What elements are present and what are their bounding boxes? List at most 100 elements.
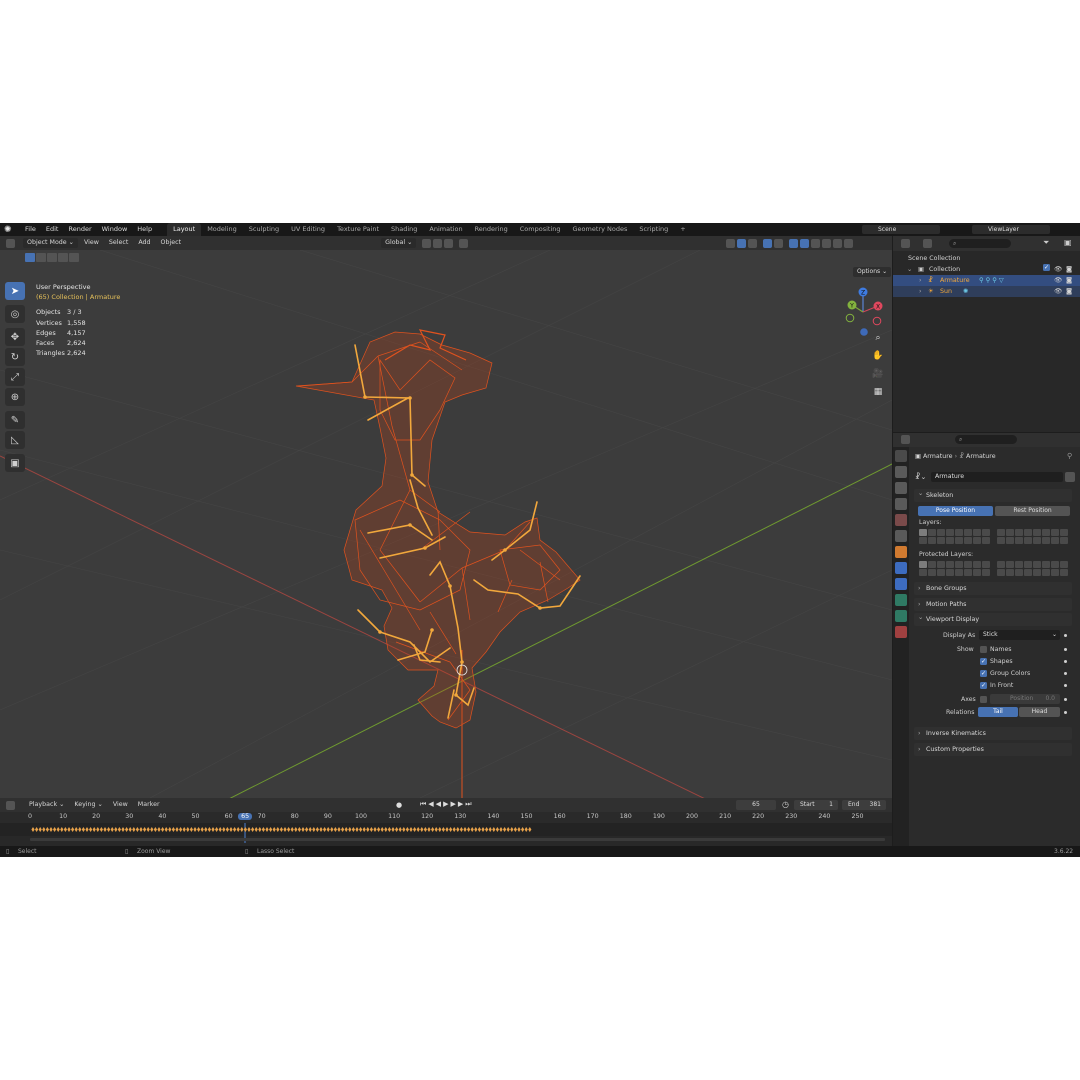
- protected-layers-grid-a[interactable]: [919, 561, 990, 576]
- cursor-tool-icon[interactable]: ◎: [5, 305, 25, 323]
- gizmo-dropdown-icon[interactable]: [748, 238, 758, 248]
- add-workspace-button[interactable]: +: [674, 223, 691, 236]
- menu-add[interactable]: Add: [134, 238, 154, 248]
- scale-tool-icon[interactable]: ⤢: [5, 368, 25, 386]
- axes-checkbox[interactable]: [980, 696, 987, 703]
- object-tab-icon[interactable]: [895, 546, 907, 558]
- tab-layout[interactable]: Layout: [167, 223, 202, 236]
- transform-tool-icon[interactable]: ⊕: [5, 388, 25, 406]
- rest-position-button[interactable]: Rest Position: [995, 506, 1070, 516]
- tab-compositing[interactable]: Compositing: [514, 223, 567, 236]
- render-camera-icon[interactable]: ◙: [1066, 275, 1072, 286]
- measure-tool-icon[interactable]: ◺: [5, 431, 25, 449]
- camera-view-icon[interactable]: 🎥: [870, 366, 886, 382]
- playback-controls-icon[interactable]: ⏮◀◀▶▶▶⏭: [420, 800, 474, 809]
- menu-view[interactable]: View: [80, 238, 103, 248]
- expand-arrow-icon[interactable]: ›: [919, 275, 922, 286]
- render-tab-icon[interactable]: [895, 466, 907, 478]
- relations-head-button[interactable]: Head: [1019, 707, 1060, 717]
- output-tab-icon[interactable]: [895, 482, 907, 494]
- properties-editor-icon[interactable]: [901, 435, 910, 444]
- gizmo-toggle-icon[interactable]: [737, 238, 747, 248]
- move-tool-icon[interactable]: ✥: [5, 328, 25, 346]
- tab-rendering[interactable]: Rendering: [469, 223, 514, 236]
- tab-scripting[interactable]: Scripting: [633, 223, 674, 236]
- keyframe-dot-icon[interactable]: [1064, 672, 1067, 675]
- visibility-eye-icon[interactable]: 👁: [1054, 275, 1062, 286]
- zoom-icon[interactable]: ⌕: [870, 330, 886, 346]
- tab-geometry-nodes[interactable]: Geometry Nodes: [567, 223, 634, 236]
- menu-marker[interactable]: Marker: [134, 800, 164, 810]
- fake-user-icon[interactable]: [1065, 472, 1075, 482]
- outliner-row-collection[interactable]: ⌄ ▣ Collection ✓ 👁 ◙: [893, 264, 1080, 275]
- end-frame-field[interactable]: End 381: [842, 800, 886, 810]
- keyframe-dot-icon[interactable]: [1064, 698, 1067, 701]
- tool-tab-icon[interactable]: [895, 450, 907, 462]
- transform-orientation-dropdown[interactable]: Global ⌄: [381, 238, 417, 248]
- protected-layers-grid-b[interactable]: [997, 561, 1068, 576]
- viewport-display-panel-header[interactable]: Viewport Display: [914, 611, 1072, 626]
- select-box-tool-icon[interactable]: ➤: [5, 282, 25, 300]
- relations-tail-button[interactable]: Tail: [978, 707, 1018, 717]
- collapse-arrow-icon[interactable]: ⌄: [907, 264, 912, 275]
- blender-logo-icon[interactable]: ✺: [4, 225, 16, 235]
- bone-layers-grid-a[interactable]: [919, 529, 990, 544]
- pivot-point-icon[interactable]: [422, 238, 432, 248]
- pan-hand-icon[interactable]: ✋: [870, 348, 886, 364]
- new-collection-icon[interactable]: ▣: [1064, 238, 1072, 247]
- skeleton-panel-header[interactable]: Skeleton: [914, 487, 1072, 502]
- menu-help[interactable]: Help: [132, 223, 157, 236]
- display-as-dropdown[interactable]: Stick ⌄: [979, 630, 1060, 640]
- menu-select[interactable]: Select: [105, 238, 132, 248]
- bone-tab-icon[interactable]: [895, 610, 907, 622]
- stopwatch-icon[interactable]: ◷: [782, 800, 789, 809]
- tab-sculpting[interactable]: Sculpting: [243, 223, 285, 236]
- menu-file[interactable]: File: [20, 223, 41, 236]
- keyframe-dot-icon[interactable]: [1064, 660, 1067, 663]
- keyframe-dot-icon[interactable]: [1064, 711, 1067, 714]
- collection-checkbox[interactable]: ✓: [1043, 264, 1050, 271]
- names-checkbox[interactable]: [980, 646, 987, 653]
- group-colors-checkbox[interactable]: ✓: [980, 670, 987, 677]
- snap-target-icon[interactable]: [444, 238, 454, 248]
- keyframe-dot-icon[interactable]: [1064, 634, 1067, 637]
- inverse-kinematics-panel-header[interactable]: Inverse Kinematics: [914, 727, 1072, 740]
- menu-object[interactable]: Object: [157, 238, 186, 248]
- solid-shading-icon[interactable]: [811, 238, 821, 248]
- tab-shading[interactable]: Shading: [385, 223, 423, 236]
- custom-properties-panel-header[interactable]: Custom Properties: [914, 743, 1072, 756]
- in-front-checkbox[interactable]: ✓: [980, 682, 987, 689]
- wireframe-shading-icon[interactable]: [800, 238, 810, 248]
- object-mode-dropdown[interactable]: Object Mode ⌄: [23, 238, 78, 248]
- display-mode-icon[interactable]: [923, 239, 932, 248]
- world-tab-icon[interactable]: [895, 530, 907, 542]
- menu-render[interactable]: Render: [63, 223, 96, 236]
- options-dropdown[interactable]: Options ⌄: [853, 267, 892, 277]
- shapes-checkbox[interactable]: ✓: [980, 658, 987, 665]
- pose-position-button[interactable]: Pose Position: [918, 506, 993, 516]
- rendered-shading-icon[interactable]: [833, 238, 843, 248]
- view-layer-selector[interactable]: ViewLayer: [972, 225, 1050, 234]
- visibility-eye-icon[interactable]: 👁: [1054, 264, 1062, 275]
- menu-keying[interactable]: Keying ⌄: [70, 800, 106, 810]
- bone-layers-grid-b[interactable]: [997, 529, 1068, 544]
- menu-playback[interactable]: Playback ⌄: [25, 800, 68, 810]
- render-camera-icon[interactable]: ◙: [1066, 286, 1072, 297]
- keyframe-dot-icon[interactable]: [1064, 684, 1067, 687]
- timeline-editor[interactable]: Playback ⌄ Keying ⌄ View Marker ● ⏮◀◀▶▶▶…: [0, 798, 892, 846]
- outliner-editor-icon[interactable]: [901, 239, 910, 248]
- start-frame-field[interactable]: Start 1: [794, 800, 838, 810]
- armature-data-icon[interactable]: ☧⌄: [915, 473, 926, 481]
- 3d-viewport[interactable]: Object Mode ⌄ View Select Add Object Glo…: [0, 236, 892, 798]
- visibility-icon[interactable]: [726, 238, 736, 248]
- expand-arrow-icon[interactable]: ›: [919, 286, 922, 297]
- annotate-tool-icon[interactable]: ✎: [5, 411, 25, 429]
- properties-editor[interactable]: ⌕ ▣ Armature › ☧ Armature ⚲ ☧⌄ Armature …: [893, 433, 1080, 846]
- outliner-editor[interactable]: ⌕ ⏷ ▣ Scene Collection ⌄ ▣ Collection ✓ …: [893, 236, 1080, 432]
- properties-search-input[interactable]: ⌕: [955, 435, 1017, 444]
- armature-data-tab-icon[interactable]: [895, 594, 907, 606]
- modifiers-tab-icon[interactable]: [895, 562, 907, 574]
- xray-toggle-icon[interactable]: [789, 238, 799, 248]
- menu-window[interactable]: Window: [97, 223, 133, 236]
- editor-type-icon[interactable]: [6, 238, 15, 248]
